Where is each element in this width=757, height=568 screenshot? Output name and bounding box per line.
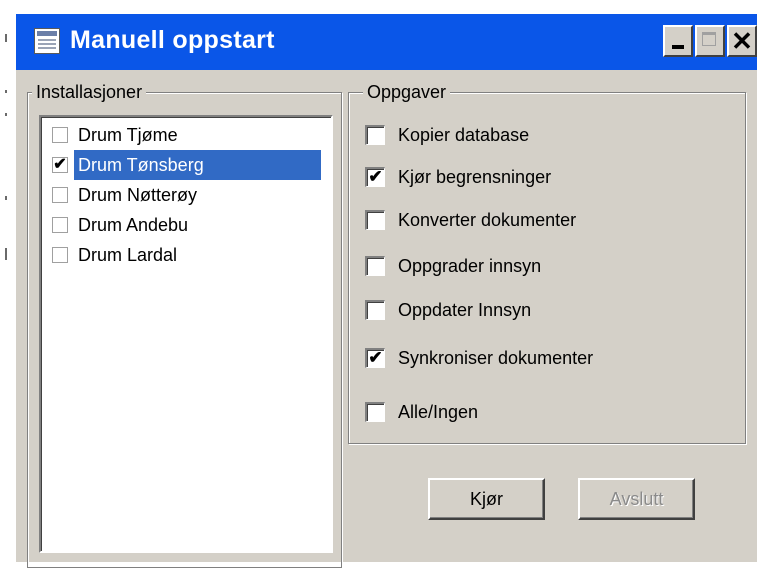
- list-item-checkbox[interactable]: [52, 187, 68, 203]
- task-label: Oppdater Innsyn: [398, 300, 532, 320]
- minimize-icon: [672, 45, 684, 49]
- minimize-button[interactable]: [663, 25, 693, 57]
- close-button[interactable]: ✕: [727, 25, 757, 57]
- list-item-label: Drum Tønsberg: [74, 150, 321, 180]
- maximize-icon: [702, 32, 716, 46]
- task-checkbox[interactable]: ✔: [365, 167, 385, 187]
- installations-listbox[interactable]: Drum Tjøme ✔ Drum Tønsberg Drum Nøtterøy…: [39, 115, 333, 553]
- list-item-checkbox[interactable]: [52, 217, 68, 233]
- list-item-checkbox[interactable]: [52, 247, 68, 263]
- task-label: Kopier database: [398, 125, 530, 145]
- installations-group: Installasjoner Drum Tjøme ✔ Drum Tønsber…: [27, 81, 342, 568]
- tasks-group: Oppgaver Kopier database ✔ Kjør begrensn…: [348, 81, 746, 444]
- maximize-button[interactable]: [695, 25, 725, 57]
- title-bar[interactable]: Manuell oppstart ✕: [16, 14, 757, 70]
- task-label: Oppgrader innsyn: [398, 256, 542, 276]
- list-item-label: Drum Andebu: [78, 215, 189, 235]
- tasks-group-label: Oppgaver: [363, 81, 451, 103]
- task-checkbox[interactable]: [365, 125, 385, 145]
- list-item-checkbox[interactable]: [52, 127, 68, 143]
- list-item-drum-tonsberg[interactable]: ✔ Drum Tønsberg: [44, 150, 321, 180]
- list-item-label: Drum Lardal: [78, 245, 178, 265]
- list-item-drum-lardal[interactable]: Drum Lardal: [44, 240, 321, 270]
- task-label: Konverter dokumenter: [398, 210, 577, 230]
- close-icon: ✕: [731, 26, 753, 56]
- task-label: Synkroniser dokumenter: [398, 348, 594, 368]
- background-edge-marks: [0, 0, 14, 562]
- window-title: Manuell oppstart: [70, 26, 275, 54]
- task-checkbox[interactable]: [365, 402, 385, 422]
- list-item-label: Drum Tjøme: [78, 125, 178, 145]
- run-button[interactable]: Kjør: [428, 478, 545, 520]
- exit-button[interactable]: Avslutt: [578, 478, 695, 520]
- list-item-checkbox[interactable]: ✔: [52, 157, 68, 173]
- task-checkbox[interactable]: [365, 256, 385, 276]
- list-item-label: Drum Nøtterøy: [78, 185, 197, 205]
- task-checkbox[interactable]: [365, 300, 385, 320]
- list-item-drum-tjome[interactable]: Drum Tjøme: [44, 120, 321, 150]
- list-item-drum-andebu[interactable]: Drum Andebu: [44, 210, 321, 240]
- list-item-drum-notteroy[interactable]: Drum Nøtterøy: [44, 180, 321, 210]
- app-window-icon: [34, 28, 60, 54]
- task-label: Kjør begrensninger: [398, 167, 552, 187]
- task-label: Alle/Ingen: [398, 402, 479, 422]
- dialog-window: Manuell oppstart ✕ Installasjoner Drum T…: [14, 12, 757, 568]
- task-checkbox[interactable]: ✔: [365, 348, 385, 368]
- task-checkbox[interactable]: [365, 210, 385, 230]
- installations-group-label: Installasjoner: [32, 81, 147, 103]
